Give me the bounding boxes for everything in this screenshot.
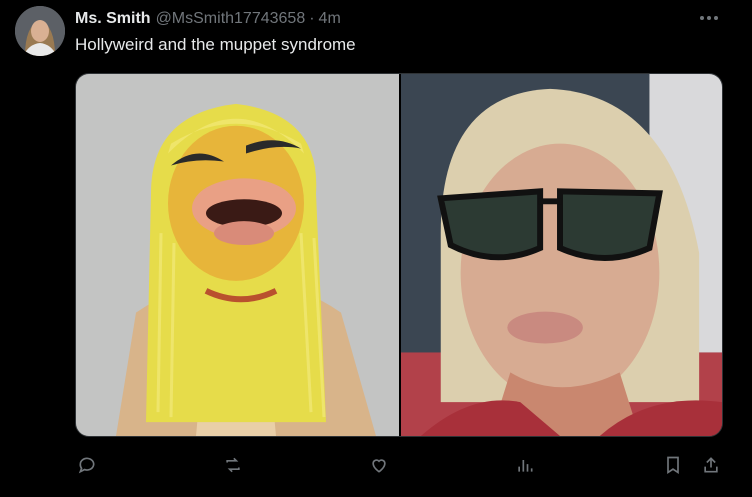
like-icon[interactable] [367,453,391,477]
muppet-photo[interactable] [76,74,401,436]
author-name[interactable]: Ms. Smith [75,10,151,28]
bookmark-icon[interactable] [661,453,685,477]
header-separator: · [309,10,315,27]
share-icon[interactable] [699,453,723,477]
tweet-actions [75,453,725,477]
woman-photo[interactable] [401,74,722,436]
author-avatar[interactable] [15,6,65,56]
tweet-text: Hollyweird and the muppet syndrome [75,35,356,54]
author-handle[interactable]: @MsSmith17743658 [156,10,306,28]
retweet-icon[interactable] [221,453,245,477]
views-icon[interactable] [513,453,537,477]
tweet-header: Ms. Smith @MsSmith17743658 · 4m [75,9,341,29]
tweet-media[interactable] [75,73,723,437]
tweet-timestamp[interactable]: 4m [319,10,341,28]
reply-icon[interactable] [75,453,99,477]
more-options-icon[interactable] [698,8,720,28]
